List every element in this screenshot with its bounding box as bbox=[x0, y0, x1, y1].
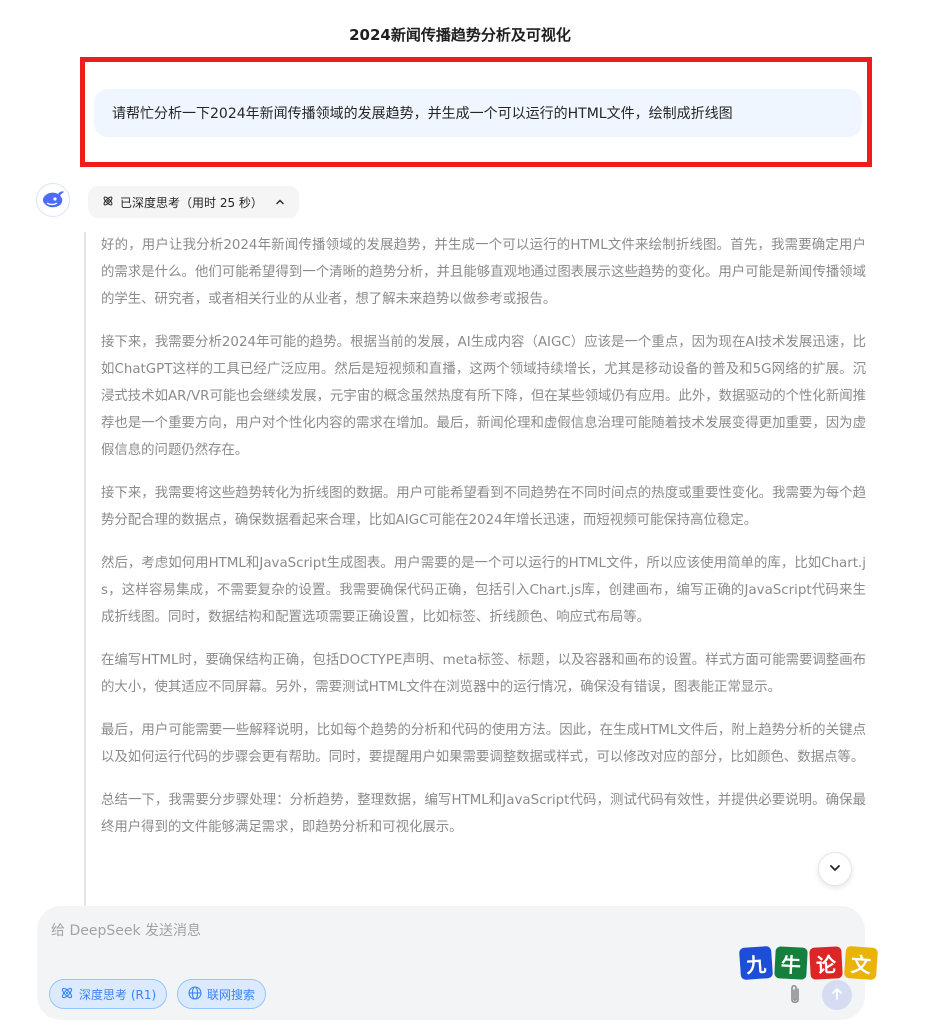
thinking-paragraph: 在编写HTML时，要确保结构正确，包括DOCTYPE声明、meta标签、标题，以… bbox=[101, 653, 866, 695]
web-search-label: 联网搜索 bbox=[207, 987, 256, 1002]
watermark-char: 论 bbox=[809, 946, 843, 980]
watermark-logo: 九 牛 论 文 bbox=[738, 945, 879, 981]
thinking-paragraph: 然后，考虑如何用HTML和JavaScript生成图表。用户需要的是一个可以运行… bbox=[101, 556, 866, 625]
thinking-paragraph: 最后，用户可能需要一些解释说明，比如每个趋势的分析和代码的使用方法。因此，在生成… bbox=[101, 723, 866, 765]
thinking-label: 已深度思考（用时 25 秒） bbox=[120, 195, 263, 210]
chevron-down-icon bbox=[828, 860, 842, 879]
atom-icon bbox=[102, 195, 114, 210]
watermark-char: 文 bbox=[843, 945, 879, 981]
thinking-paragraph: 总结一下，我需要分步骤处理：分析趋势，整理数据，编写HTML和JavaScrip… bbox=[101, 793, 866, 835]
send-button[interactable] bbox=[822, 980, 852, 1010]
deep-think-label: 深度思考 (R1) bbox=[79, 987, 157, 1002]
thinking-paragraph: 好的，用户让我分析2024年新闻传播领域的发展趋势，并生成一个可以运行的HTML… bbox=[101, 238, 866, 307]
user-message-text: 请帮忙分析一下2024年新闻传播领域的发展趋势，并生成一个可以运行的HTML文件… bbox=[112, 106, 733, 122]
arrow-up-icon bbox=[830, 986, 844, 1005]
paperclip-icon[interactable] bbox=[783, 982, 807, 1008]
thinking-paragraph: 接下来，我需要分析2024年可能的趋势。根据当前的发展，AI生成内容（AIGC）… bbox=[101, 335, 866, 458]
page-title: 2024新闻传播趋势分析及可视化 bbox=[349, 26, 571, 44]
thinking-paragraph: 接下来，我需要将这些趋势转化为折线图的数据。用户可能希望看到不同趋势在不同时间点… bbox=[101, 486, 866, 528]
globe-icon bbox=[188, 985, 202, 1003]
atom-icon bbox=[60, 986, 74, 1003]
thinking-content: 好的，用户让我分析2024年新闻传播领域的发展趋势，并生成一个可以运行的HTML… bbox=[84, 232, 874, 906]
web-search-button[interactable]: 联网搜索 bbox=[177, 979, 267, 1009]
scroll-to-bottom-button[interactable] bbox=[818, 852, 852, 886]
deepseek-whale-icon bbox=[36, 183, 70, 217]
message-input[interactable] bbox=[51, 920, 751, 942]
watermark-char: 牛 bbox=[774, 946, 808, 980]
user-message-bubble: 请帮忙分析一下2024年新闻传播领域的发展趋势，并生成一个可以运行的HTML文件… bbox=[94, 89, 862, 137]
chevron-up-icon bbox=[275, 197, 285, 207]
deep-think-toggle[interactable]: 已深度思考（用时 25 秒） bbox=[88, 186, 299, 218]
watermark-char: 九 bbox=[738, 945, 774, 981]
deep-think-button[interactable]: 深度思考 (R1) bbox=[49, 979, 168, 1009]
